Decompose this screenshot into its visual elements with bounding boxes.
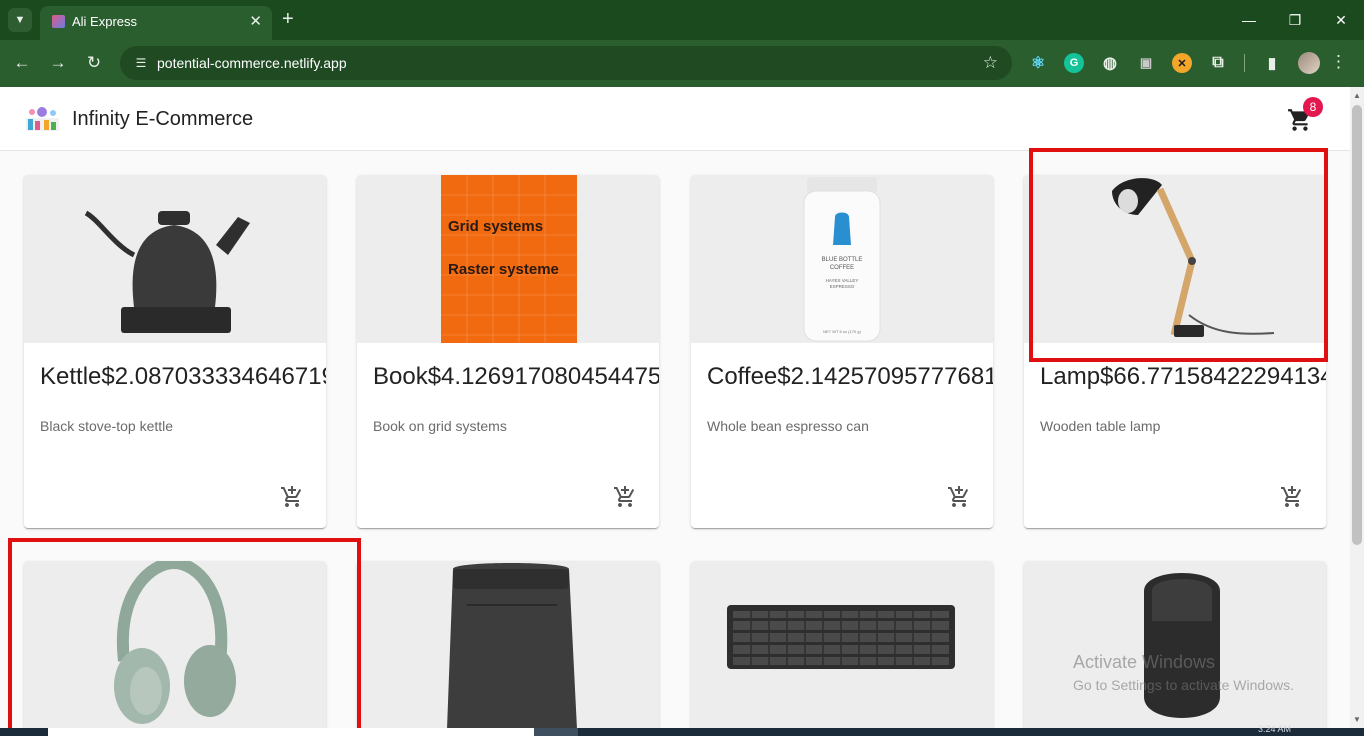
browser-tab[interactable]: Ali Express ✕ <box>40 6 272 40</box>
product-image <box>1024 561 1326 729</box>
backpack-image <box>447 563 577 729</box>
os-taskbar: 3:24 AM <box>0 724 1364 736</box>
product-card[interactable] <box>1024 561 1326 736</box>
product-description: Whole bean espresso can <box>707 418 869 434</box>
taskbar-app-button[interactable] <box>534 728 578 736</box>
site-info-icon[interactable]: ☰ <box>132 54 150 72</box>
product-card[interactable]: Grid systems Raster systeme Book$4.12691… <box>357 175 659 528</box>
product-card[interactable] <box>24 561 326 736</box>
extensions-puzzle-icon[interactable]: ⧉ <box>1208 53 1228 73</box>
kettle-image <box>84 210 250 333</box>
close-window-icon[interactable]: ✕ <box>1318 0 1364 40</box>
activation-watermark: Activate Windows Go to Settings to activ… <box>1073 652 1294 693</box>
brand-title[interactable]: Infinity E-Commerce <box>72 108 253 131</box>
product-card[interactable]: Kettle$2.087033334646719 Black stove-top… <box>24 175 326 528</box>
product-title: Coffee$2.142570957776813 <box>707 363 993 390</box>
coffee-blend-line1: HAYES VALLEY <box>826 278 859 283</box>
product-description: Wooden table lamp <box>1040 418 1161 434</box>
grammarly-icon[interactable]: G <box>1064 53 1084 73</box>
add-to-cart-icon[interactable] <box>947 485 971 509</box>
taskbar-search-box[interactable] <box>48 728 534 736</box>
keyboard-image <box>727 605 955 669</box>
book-image: Grid systems Raster systeme <box>441 175 577 343</box>
new-tab-icon[interactable]: + <box>282 8 294 30</box>
page-scrollbar[interactable]: ▲ ▼ <box>1350 87 1364 728</box>
tab-title: Ali Express <box>72 14 138 29</box>
product-card[interactable]: Lamp$66.77158422294134 Wooden table lamp <box>1024 175 1326 528</box>
scrollbar-thumb[interactable] <box>1352 105 1362 545</box>
profile-avatar[interactable] <box>1298 52 1320 74</box>
bookmark-star-icon[interactable]: ☆ <box>983 53 998 73</box>
product-image <box>24 175 326 343</box>
product-card[interactable] <box>691 561 993 736</box>
taskbar-clock: 3:24 AM <box>1258 724 1292 734</box>
store-logo-icon <box>26 107 59 131</box>
browser-tab-bar: ▼ Ali Express ✕ + — ❐ ✕ <box>0 0 1364 40</box>
product-image <box>24 561 326 729</box>
add-to-cart-icon[interactable] <box>1280 485 1304 509</box>
product-image <box>691 561 993 729</box>
window-controls: — ❐ ✕ <box>1226 0 1364 40</box>
back-icon[interactable]: ← <box>10 51 34 75</box>
product-card[interactable] <box>357 561 659 736</box>
product-title: Kettle$2.087033334646719 <box>40 363 326 390</box>
tab-search-icon[interactable]: ▼ <box>8 8 32 32</box>
browser-toolbar: ← → ↻ ☰ potential-commerce.netlify.app ☆… <box>0 40 1364 87</box>
coffee-blend-line2: ESPRESSO <box>830 284 855 289</box>
mouse-image <box>1144 573 1220 718</box>
coffee-brand-line1: BLUE BOTTLE <box>822 257 863 263</box>
extension-lock-icon[interactable]: ▣ <box>1136 53 1156 73</box>
coffee-brand-line2: COFFEE <box>830 265 854 271</box>
lamp-image <box>1112 178 1275 337</box>
browser-menu-icon[interactable]: ⋮ <box>1330 52 1347 72</box>
address-bar[interactable]: ☰ potential-commerce.netlify.app ☆ <box>120 46 1012 80</box>
watermark-title: Activate Windows <box>1073 652 1216 672</box>
headphones-image <box>114 561 236 724</box>
product-image: BLUE BOTTLE COFFEE HAYES VALLEY ESPRESSO… <box>691 175 993 343</box>
coffee-weight: NET WT 6 oz (170 g) <box>823 329 861 334</box>
product-image <box>357 561 659 729</box>
scroll-up-icon[interactable]: ▲ <box>1353 91 1361 100</box>
watermark-subtitle: Go to Settings to activate Windows. <box>1073 677 1294 693</box>
product-description: Black stove-top kettle <box>40 418 174 434</box>
product-image <box>1024 175 1326 343</box>
product-title: Lamp$66.77158422294134 <box>1040 363 1326 390</box>
coffee-can-image: BLUE BOTTLE COFFEE HAYES VALLEY ESPRESSO… <box>803 177 881 342</box>
book-cover-title: Grid systems <box>448 218 543 235</box>
product-description: Book on grid systems <box>373 418 507 434</box>
add-to-cart-icon[interactable] <box>280 485 304 509</box>
book-cover-subtitle: Raster systeme <box>448 261 559 278</box>
react-devtools-icon[interactable]: ⚛ <box>1028 53 1048 73</box>
product-image: Grid systems Raster systeme <box>357 175 659 343</box>
restore-icon[interactable]: ❐ <box>1272 0 1318 40</box>
product-title: Book$4.126917080454475 <box>373 363 659 390</box>
cart-count-badge: 8 <box>1303 97 1323 117</box>
favicon-icon <box>52 15 65 28</box>
side-panel-icon[interactable]: ▮ <box>1262 53 1282 73</box>
app-header: Infinity E-Commerce 8 <box>0 87 1350 151</box>
reload-icon[interactable]: ↻ <box>82 51 106 75</box>
add-to-cart-icon[interactable] <box>613 485 637 509</box>
scroll-down-icon[interactable]: ▼ <box>1353 715 1361 724</box>
globe-icon[interactable]: ◍ <box>1100 53 1120 73</box>
product-card[interactable]: BLUE BOTTLE COFFEE HAYES VALLEY ESPRESSO… <box>691 175 993 528</box>
url-text[interactable]: potential-commerce.netlify.app <box>157 55 347 71</box>
minimize-icon[interactable]: — <box>1226 0 1272 40</box>
toolbar-divider <box>1244 54 1245 72</box>
forward-icon[interactable]: → <box>46 51 70 75</box>
extension-circle-icon[interactable]: ✕ <box>1172 53 1192 73</box>
close-tab-icon[interactable]: ✕ <box>249 12 262 30</box>
